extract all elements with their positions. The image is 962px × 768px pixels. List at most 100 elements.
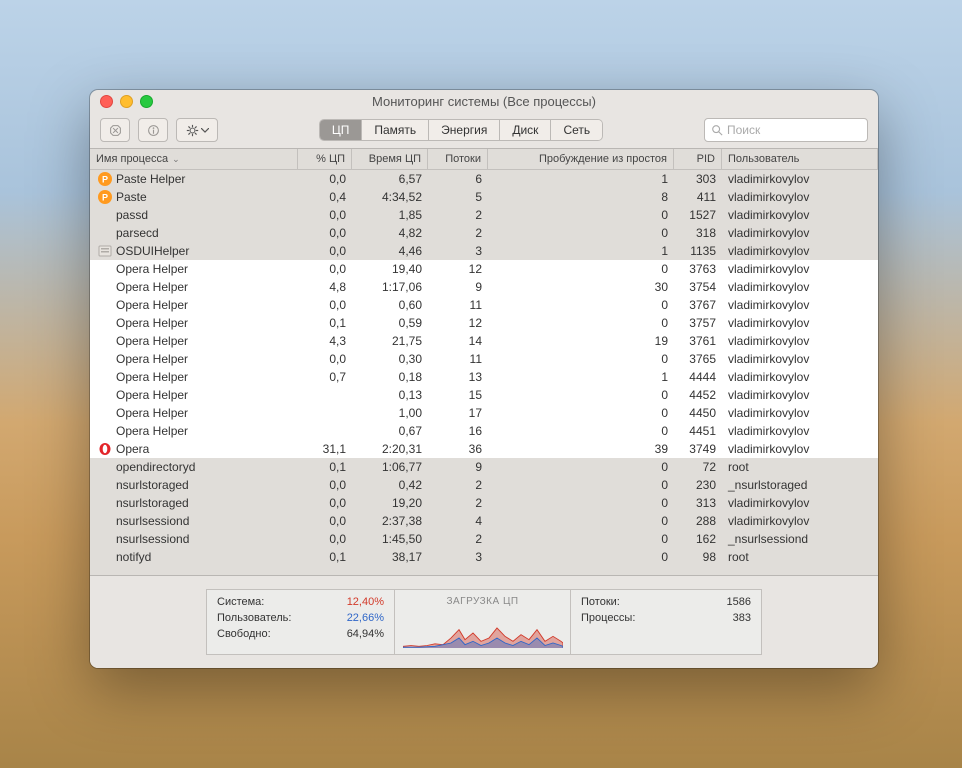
wake-value: 1 [488,244,674,258]
close-button[interactable] [100,95,113,108]
wake-value: 1 [488,370,674,384]
time-value: 4:34,52 [352,190,428,204]
svg-text:P: P [102,193,108,203]
table-row[interactable]: Opera Helper0,671604451vladimirkovylov [90,422,878,440]
table-row[interactable]: Opera Helper0,70,181314444vladimirkovylo… [90,368,878,386]
table-row[interactable]: parsecd0,04,8220318vladimirkovylov [90,224,878,242]
table-row[interactable]: notifyd0,138,173098root [90,548,878,566]
table-row[interactable]: Opera Helper1,001704450vladimirkovylov [90,404,878,422]
time-value: 38,17 [352,550,428,564]
table-row[interactable]: passd0,01,85201527vladimirkovylov [90,206,878,224]
wake-value: 0 [488,298,674,312]
table-row[interactable]: Opera Helper4,321,7514193761vladimirkovy… [90,332,878,350]
table-row[interactable]: Opera Helper0,019,401203763vladimirkovyl… [90,260,878,278]
user-value: vladimirkovylov [722,442,878,456]
column-time[interactable]: Время ЦП [352,149,428,169]
pid-value: 4451 [674,424,722,438]
threads-value: 3 [428,244,488,258]
user-label: Пользователь: [217,612,291,624]
user-value: vladimirkovylov [722,352,878,366]
pid-value: 3767 [674,298,722,312]
pid-value: 3757 [674,316,722,330]
column-pid[interactable]: PID [674,149,722,169]
table-row[interactable]: Opera Helper0,10,591203757vladimirkovylo… [90,314,878,332]
column-wake[interactable]: Пробуждение из простоя [488,149,674,169]
time-value: 21,75 [352,334,428,348]
table-row[interactable]: PPaste Helper0,06,5761303vladimirkovylov [90,170,878,188]
table-row[interactable]: Opera Helper0,00,601103767vladimirkovylo… [90,296,878,314]
time-value: 1:06,77 [352,460,428,474]
wake-value: 1 [488,172,674,186]
procs-label: Процессы: [581,612,635,624]
column-cpu[interactable]: % ЦП [298,149,352,169]
cpu-value: 0,0 [298,532,352,546]
pid-value: 3765 [674,352,722,366]
pid-value: 303 [674,172,722,186]
wake-value: 0 [488,532,674,546]
cpu-value: 4,3 [298,334,352,348]
tab-Сеть[interactable]: Сеть [551,120,602,140]
wake-value: 0 [488,478,674,492]
threads-value: 2 [428,226,488,240]
sort-indicator-icon: ⌄ [172,154,180,165]
search-input[interactable]: Поиск [704,118,868,142]
cpu-chart-box: ЗАГРУЗКА ЦП [394,589,570,655]
process-name: Opera Helper [116,406,188,420]
titlebar[interactable]: Мониторинг системы (Все процессы) [90,90,878,112]
pid-value: 4450 [674,406,722,420]
user-value: vladimirkovylov [722,406,878,420]
minimize-button[interactable] [120,95,133,108]
process-name: OSDUIHelper [116,244,189,258]
table-row[interactable]: nsurlstoraged0,019,2020313vladimirkovylo… [90,494,878,512]
time-value: 6,57 [352,172,428,186]
table-row[interactable]: opendirectoryd0,11:06,779072root [90,458,878,476]
user-value: vladimirkovylov [722,208,878,222]
desktop-background: Мониторинг системы (Все процессы) ЦППамя… [0,0,962,768]
settings-menu-button[interactable] [176,118,218,142]
user-value: _nsurlstoraged [722,478,878,492]
table-row[interactable]: nsurlsessiond0,02:37,3840288vladimirkovy… [90,512,878,530]
pid-value: 98 [674,550,722,564]
column-name[interactable]: Имя процесса⌄ [90,149,298,169]
wake-value: 0 [488,226,674,240]
column-user[interactable]: Пользователь [722,149,878,169]
process-name: passd [116,208,148,222]
stop-icon [109,124,122,137]
threads-value: 6 [428,172,488,186]
system-label: Система: [217,596,264,608]
paste-icon: P [98,190,112,204]
threads-value: 16 [428,424,488,438]
tab-ЦП[interactable]: ЦП [320,120,363,140]
tab-Энергия[interactable]: Энергия [429,120,500,140]
table-row[interactable]: Opera31,12:20,3136393749vladimirkovylov [90,440,878,458]
cpu-value: 0,0 [298,244,352,258]
table-row[interactable]: nsurlsessiond0,01:45,5020162_nsurlsessio… [90,530,878,548]
cpu-load-chart [403,613,563,648]
wake-value: 0 [488,208,674,222]
time-value: 2:37,38 [352,514,428,528]
process-name: Opera Helper [116,262,188,276]
table-row[interactable]: Opera Helper0,131504452vladimirkovylov [90,386,878,404]
pid-value: 318 [674,226,722,240]
stop-process-button[interactable] [100,118,130,142]
window-title: Мониторинг системы (Все процессы) [90,94,878,109]
process-name: nsurlstoraged [116,496,189,510]
tab-Диск[interactable]: Диск [500,120,551,140]
user-value: vladimirkovylov [722,334,878,348]
table-row[interactable]: Opera Helper4,81:17,069303754vladimirkov… [90,278,878,296]
zoom-button[interactable] [140,95,153,108]
time-value: 4,82 [352,226,428,240]
info-button[interactable] [138,118,168,142]
process-name: Opera Helper [116,424,188,438]
table-row[interactable]: PPaste0,44:34,5258411vladimirkovylov [90,188,878,206]
user-value: vladimirkovylov [722,190,878,204]
pid-value: 3754 [674,280,722,294]
table-row[interactable]: OSDUIHelper0,04,46311135vladimirkovylov [90,242,878,260]
time-value: 0,18 [352,370,428,384]
column-threads[interactable]: Потоки [428,149,488,169]
pid-value: 1135 [674,244,722,258]
process-table-body[interactable]: PPaste Helper0,06,5761303vladimirkovylov… [90,170,878,575]
table-row[interactable]: Opera Helper0,00,301103765vladimirkovylo… [90,350,878,368]
table-row[interactable]: nsurlstoraged0,00,4220230_nsurlstoraged [90,476,878,494]
tab-Память[interactable]: Память [362,120,429,140]
